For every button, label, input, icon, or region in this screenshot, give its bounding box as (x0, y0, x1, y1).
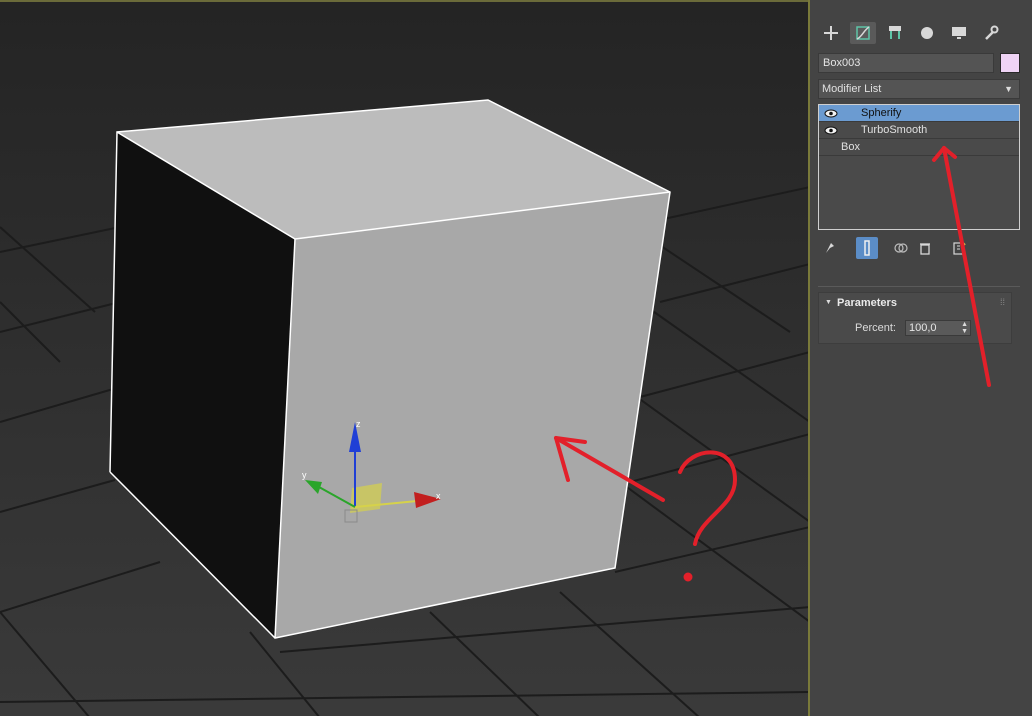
grip-icon: ⁞⁞ (999, 297, 1005, 307)
stack-item-box[interactable]: Box (819, 139, 1019, 156)
percent-label: Percent: (855, 322, 896, 334)
command-panel: Box003 Modifier List ▼ Spherify TurboSmo… (810, 0, 1032, 716)
show-end-result-button[interactable] (856, 237, 878, 259)
stack-item-spherify[interactable]: Spherify (819, 105, 1019, 122)
stack-item-label: Spherify (861, 107, 902, 119)
trash-icon (920, 243, 930, 255)
pin-stack-button[interactable] (818, 237, 840, 259)
remove-modifier-button[interactable] (914, 237, 936, 259)
motion-icon (921, 27, 933, 39)
tab-hierarchy[interactable] (882, 22, 908, 44)
rollout-title[interactable]: Parameters (837, 297, 897, 309)
stack-item-label: TurboSmooth (861, 124, 928, 136)
cube-front-face (275, 192, 670, 638)
spinner-arrows-icon[interactable]: ▲ ▼ (961, 321, 968, 335)
viewport-scene: z x y (0, 99, 809, 716)
tab-modify[interactable] (850, 22, 876, 44)
show-end-result-icon (864, 240, 870, 256)
tab-motion[interactable] (914, 22, 940, 44)
tab-display[interactable] (946, 22, 972, 44)
hierarchy-icon (889, 26, 901, 39)
make-unique-button[interactable] (890, 237, 912, 259)
tab-create[interactable] (818, 22, 844, 44)
object-color-swatch[interactable] (1000, 53, 1020, 73)
pin-icon (826, 243, 834, 253)
tab-utilities[interactable] (978, 22, 1004, 44)
modifier-list-label: Modifier List (822, 83, 882, 95)
display-icon (952, 27, 966, 39)
stack-item-label: Box (841, 141, 860, 153)
command-panel-tabs (818, 22, 1004, 44)
panel-divider (818, 286, 1020, 287)
stack-item-turbosmooth[interactable]: TurboSmooth (819, 122, 1019, 139)
dropdown-arrow-icon: ▼ (1004, 84, 1013, 94)
percent-spinner[interactable]: 100,0 ▲ ▼ (905, 320, 971, 336)
object-name-field[interactable]: Box003 (818, 53, 994, 73)
make-unique-icon (894, 243, 908, 253)
gizmo-axis-z-label: z (356, 419, 361, 429)
configure-sets-icon (953, 241, 966, 255)
modifier-list-dropdown[interactable]: Modifier List ▼ (818, 79, 1020, 99)
modifier-stack: Spherify TurboSmooth Box (818, 104, 1020, 230)
configure-modifier-sets-button[interactable] (948, 237, 970, 259)
eye-icon[interactable] (824, 126, 838, 135)
collapse-triangle-icon[interactable]: ▼ (825, 299, 832, 306)
gizmo-axis-y-label: y (302, 470, 307, 480)
modifier-stack-toolbar (818, 237, 1020, 259)
gizmo-axis-x-label: x (436, 491, 441, 501)
create-icon (824, 26, 838, 40)
parameters-rollout: ▼ Parameters ⁞⁞ Percent: 100,0 ▲ ▼ (818, 292, 1012, 344)
utilities-icon (985, 25, 999, 40)
viewport-perspective[interactable]: z x y (0, 0, 810, 716)
percent-value: 100,0 (909, 322, 937, 334)
modify-icon (856, 26, 870, 40)
eye-icon[interactable] (824, 109, 838, 118)
